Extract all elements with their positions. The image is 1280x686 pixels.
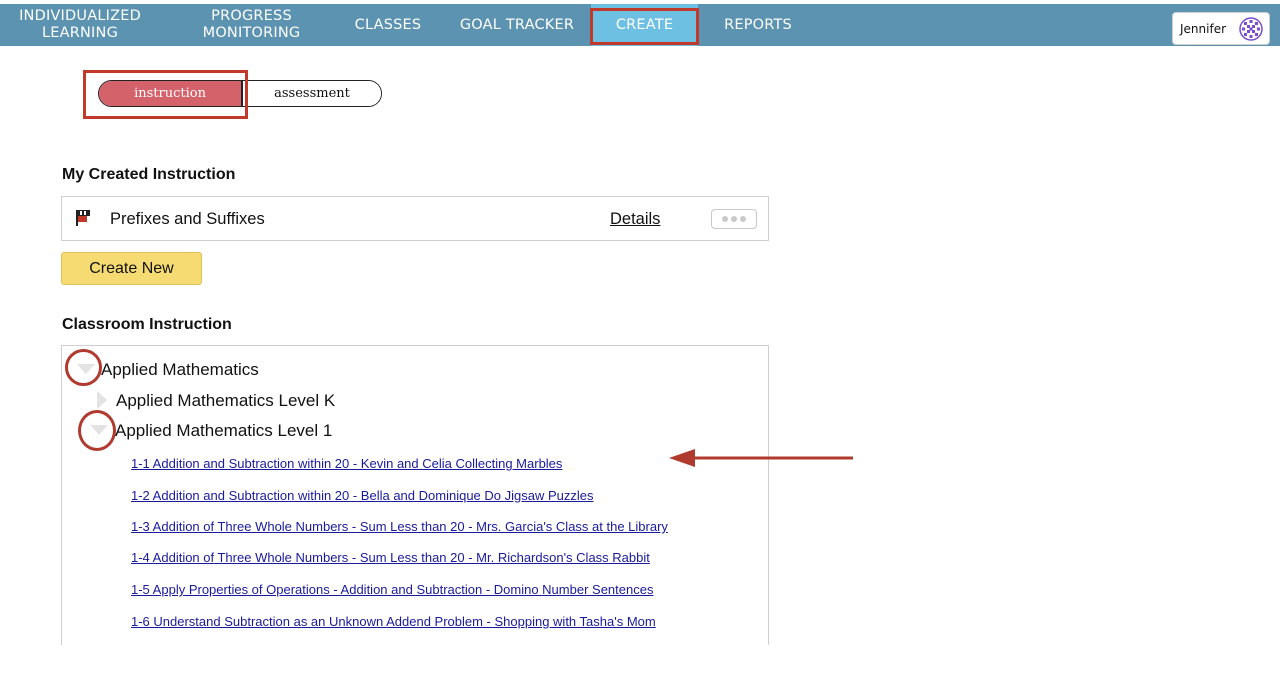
created-item-row: Prefixes and Suffixes Details xyxy=(61,196,769,241)
user-avatar-icon xyxy=(1239,17,1263,41)
collapsed-triangle-icon[interactable] xyxy=(97,391,107,409)
nav-label: Classes xyxy=(354,16,422,33)
toggle-assessment[interactable]: assessment xyxy=(243,81,381,106)
nav-label: Goal Tracker xyxy=(459,16,575,33)
dot-icon xyxy=(731,216,737,222)
lesson-link[interactable]: 1-6 Understand Subtraction as an Unknown… xyxy=(131,614,656,629)
nav-classes[interactable]: Classes xyxy=(344,4,432,46)
more-options-button[interactable] xyxy=(711,209,757,229)
annotation-circle-root xyxy=(65,349,102,386)
dot-icon xyxy=(722,216,728,222)
annotation-arrow-icon xyxy=(669,449,853,467)
nav-label: Reports xyxy=(724,16,792,33)
lesson-link[interactable]: 1-5 Apply Properties of Operations - Add… xyxy=(131,582,653,597)
nav-reports[interactable]: Reports xyxy=(710,4,806,46)
created-item-title[interactable]: Prefixes and Suffixes xyxy=(110,210,265,229)
dot-icon xyxy=(740,216,746,222)
annotation-circle-level-1 xyxy=(78,410,116,451)
lesson-link[interactable]: 1-4 Addition of Three Whole Numbers - Su… xyxy=(131,550,650,565)
lesson-link[interactable]: 1-3 Addition of Three Whole Numbers - Su… xyxy=(131,519,668,534)
nav-label-line1: Individualized xyxy=(19,8,141,24)
nav-goal-tracker[interactable]: Goal Tracker xyxy=(447,4,587,46)
tree-node-level-1[interactable]: Applied Mathematics Level 1 xyxy=(115,421,332,441)
lesson-link[interactable]: 1-1 Addition and Subtraction within 20 -… xyxy=(131,456,562,471)
nav-label-line2: Learning xyxy=(41,25,119,41)
nav-label-line1: Progress xyxy=(211,8,292,24)
lesson-link[interactable]: 1-2 Addition and Subtraction within 20 -… xyxy=(131,488,593,503)
user-menu[interactable]: Jennifer xyxy=(1172,12,1270,45)
annotation-box-create xyxy=(590,8,699,45)
user-name: Jennifer xyxy=(1180,21,1227,36)
tree-node-applied-mathematics[interactable]: Applied Mathematics xyxy=(101,360,259,380)
classroom-instruction-title: Classroom Instruction xyxy=(62,316,232,333)
nav-progress-monitoring[interactable]: Progress Monitoring xyxy=(184,4,319,46)
nav-individualized-learning[interactable]: Individualized Learning xyxy=(0,4,160,46)
my-created-title: My Created Instruction xyxy=(62,166,236,183)
tree-node-level-k[interactable]: Applied Mathematics Level K xyxy=(116,391,335,411)
create-new-button[interactable]: Create New xyxy=(61,252,202,285)
details-link[interactable]: Details xyxy=(610,210,660,229)
annotation-box-instruction xyxy=(83,70,248,119)
nav-label-line2: Monitoring xyxy=(202,25,301,41)
clapperboard-icon xyxy=(76,210,90,226)
